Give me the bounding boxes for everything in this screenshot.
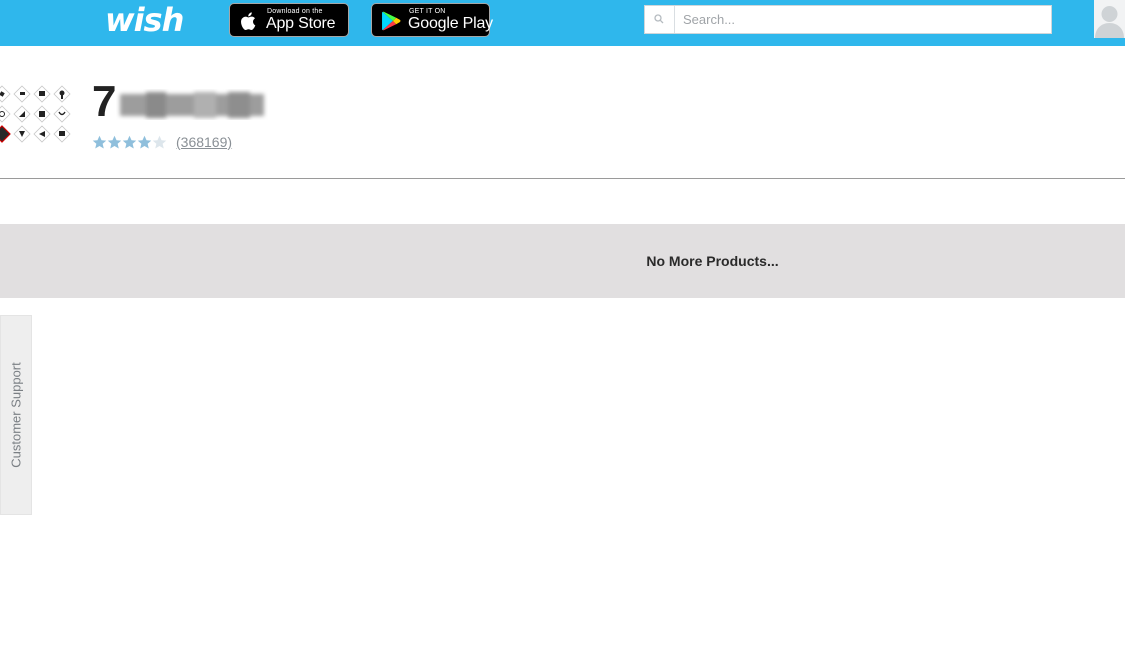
app-store-small-text: Download on the xyxy=(267,8,323,15)
search-button[interactable] xyxy=(645,6,675,33)
google-play-icon xyxy=(382,11,401,31)
star-empty-icon xyxy=(152,136,167,149)
section-divider xyxy=(0,178,1125,179)
search-box xyxy=(644,5,1052,34)
no-more-products-banner: No More Products... xyxy=(0,224,1125,298)
no-more-products-text: No More Products... xyxy=(646,253,779,269)
google-play-big-text: Google Play xyxy=(408,15,493,32)
star-filled-icon xyxy=(92,136,107,149)
star-filled-icon xyxy=(122,136,137,149)
user-avatar[interactable] xyxy=(1094,0,1125,38)
customer-support-label: Customer Support xyxy=(8,362,24,468)
google-play-small-text: GET IT ON xyxy=(409,8,446,15)
app-store-button[interactable]: Download on the App Store xyxy=(229,3,349,37)
google-play-button[interactable]: GET IT ON Google Play xyxy=(371,3,493,37)
apple-icon xyxy=(241,12,256,30)
rating-count-link[interactable]: (368169) xyxy=(176,134,232,150)
store-logo xyxy=(0,85,71,143)
store-name: 7 xyxy=(92,77,117,126)
star-filled-icon xyxy=(137,136,152,149)
user-icon xyxy=(1095,6,1124,38)
top-navigation-bar: wish Download on the App Store GET IT ON… xyxy=(0,0,1125,46)
star-filled-icon xyxy=(107,136,122,149)
redacted-name-blur xyxy=(120,92,264,118)
store-rating xyxy=(92,134,167,152)
search-icon xyxy=(654,14,664,24)
customer-support-tab[interactable]: Customer Support xyxy=(0,315,32,515)
app-store-big-text: App Store xyxy=(266,15,336,32)
wish-logo[interactable]: wish xyxy=(105,0,184,40)
search-input[interactable] xyxy=(676,6,1048,33)
